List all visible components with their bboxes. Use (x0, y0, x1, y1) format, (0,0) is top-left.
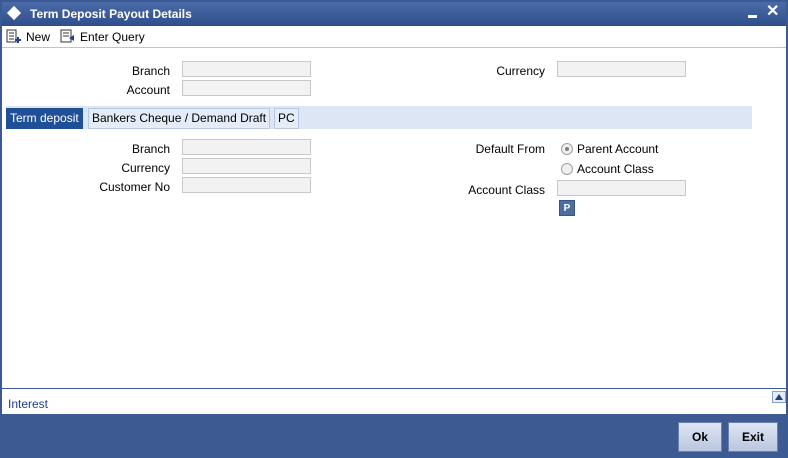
exit-button[interactable]: Exit (728, 422, 778, 452)
account-class-field[interactable] (557, 180, 686, 196)
title-bar: Term Deposit Payout Details ✕ (2, 2, 786, 26)
interest-link[interactable]: Interest (8, 397, 48, 411)
account-class-lov-button[interactable]: P (559, 200, 575, 216)
currency-field[interactable] (557, 61, 686, 77)
term-deposit-payout-window: Term Deposit Payout Details ✕ New Enter (0, 0, 788, 458)
account-label: Account (126, 83, 170, 97)
window-diamond-icon (6, 5, 22, 21)
account-class-label: Account Class (468, 183, 545, 197)
td-currency-field[interactable] (182, 158, 311, 174)
tab-strip: Term deposit Bankers Cheque / Demand Dra… (6, 106, 752, 129)
enter-query-label: Enter Query (80, 30, 145, 44)
enter-query-icon (60, 29, 74, 43)
window-title: Term Deposit Payout Details (30, 7, 192, 21)
minimize-icon[interactable] (747, 7, 759, 19)
tab-pc[interactable]: PC (274, 108, 299, 129)
new-button[interactable]: New (6, 29, 54, 45)
td-branch-field[interactable] (182, 139, 311, 155)
new-document-icon (6, 29, 21, 43)
td-currency-label: Currency (121, 161, 170, 175)
separator (2, 388, 786, 389)
branch-field[interactable] (182, 61, 311, 77)
account-field[interactable] (182, 80, 311, 96)
parent-account-label: Parent Account (577, 142, 659, 156)
account-class-radio[interactable] (561, 163, 573, 175)
enter-query-button[interactable]: Enter Query (60, 29, 150, 45)
parent-account-radio[interactable] (561, 143, 573, 155)
new-label: New (26, 30, 51, 44)
branch-label: Branch (131, 64, 170, 78)
close-icon[interactable]: ✕ (766, 4, 780, 20)
td-customer-no-field[interactable] (182, 177, 311, 193)
ok-button[interactable]: Ok (678, 422, 722, 452)
scroll-up-arrow-icon[interactable] (772, 391, 786, 403)
currency-label: Currency (496, 64, 545, 78)
td-branch-label: Branch (131, 142, 170, 156)
tab-term-deposit[interactable]: Term deposit (6, 108, 83, 129)
toolbar: New Enter Query (2, 26, 786, 48)
td-customer-no-label: Customer No (99, 180, 170, 194)
tab-bankers-cheque-demand-draft[interactable]: Bankers Cheque / Demand Draft (88, 108, 271, 129)
default-from-label: Default From (475, 142, 545, 156)
account-class-radio-label: Account Class (577, 162, 654, 176)
footer-bar: Ok Exit (2, 414, 786, 458)
